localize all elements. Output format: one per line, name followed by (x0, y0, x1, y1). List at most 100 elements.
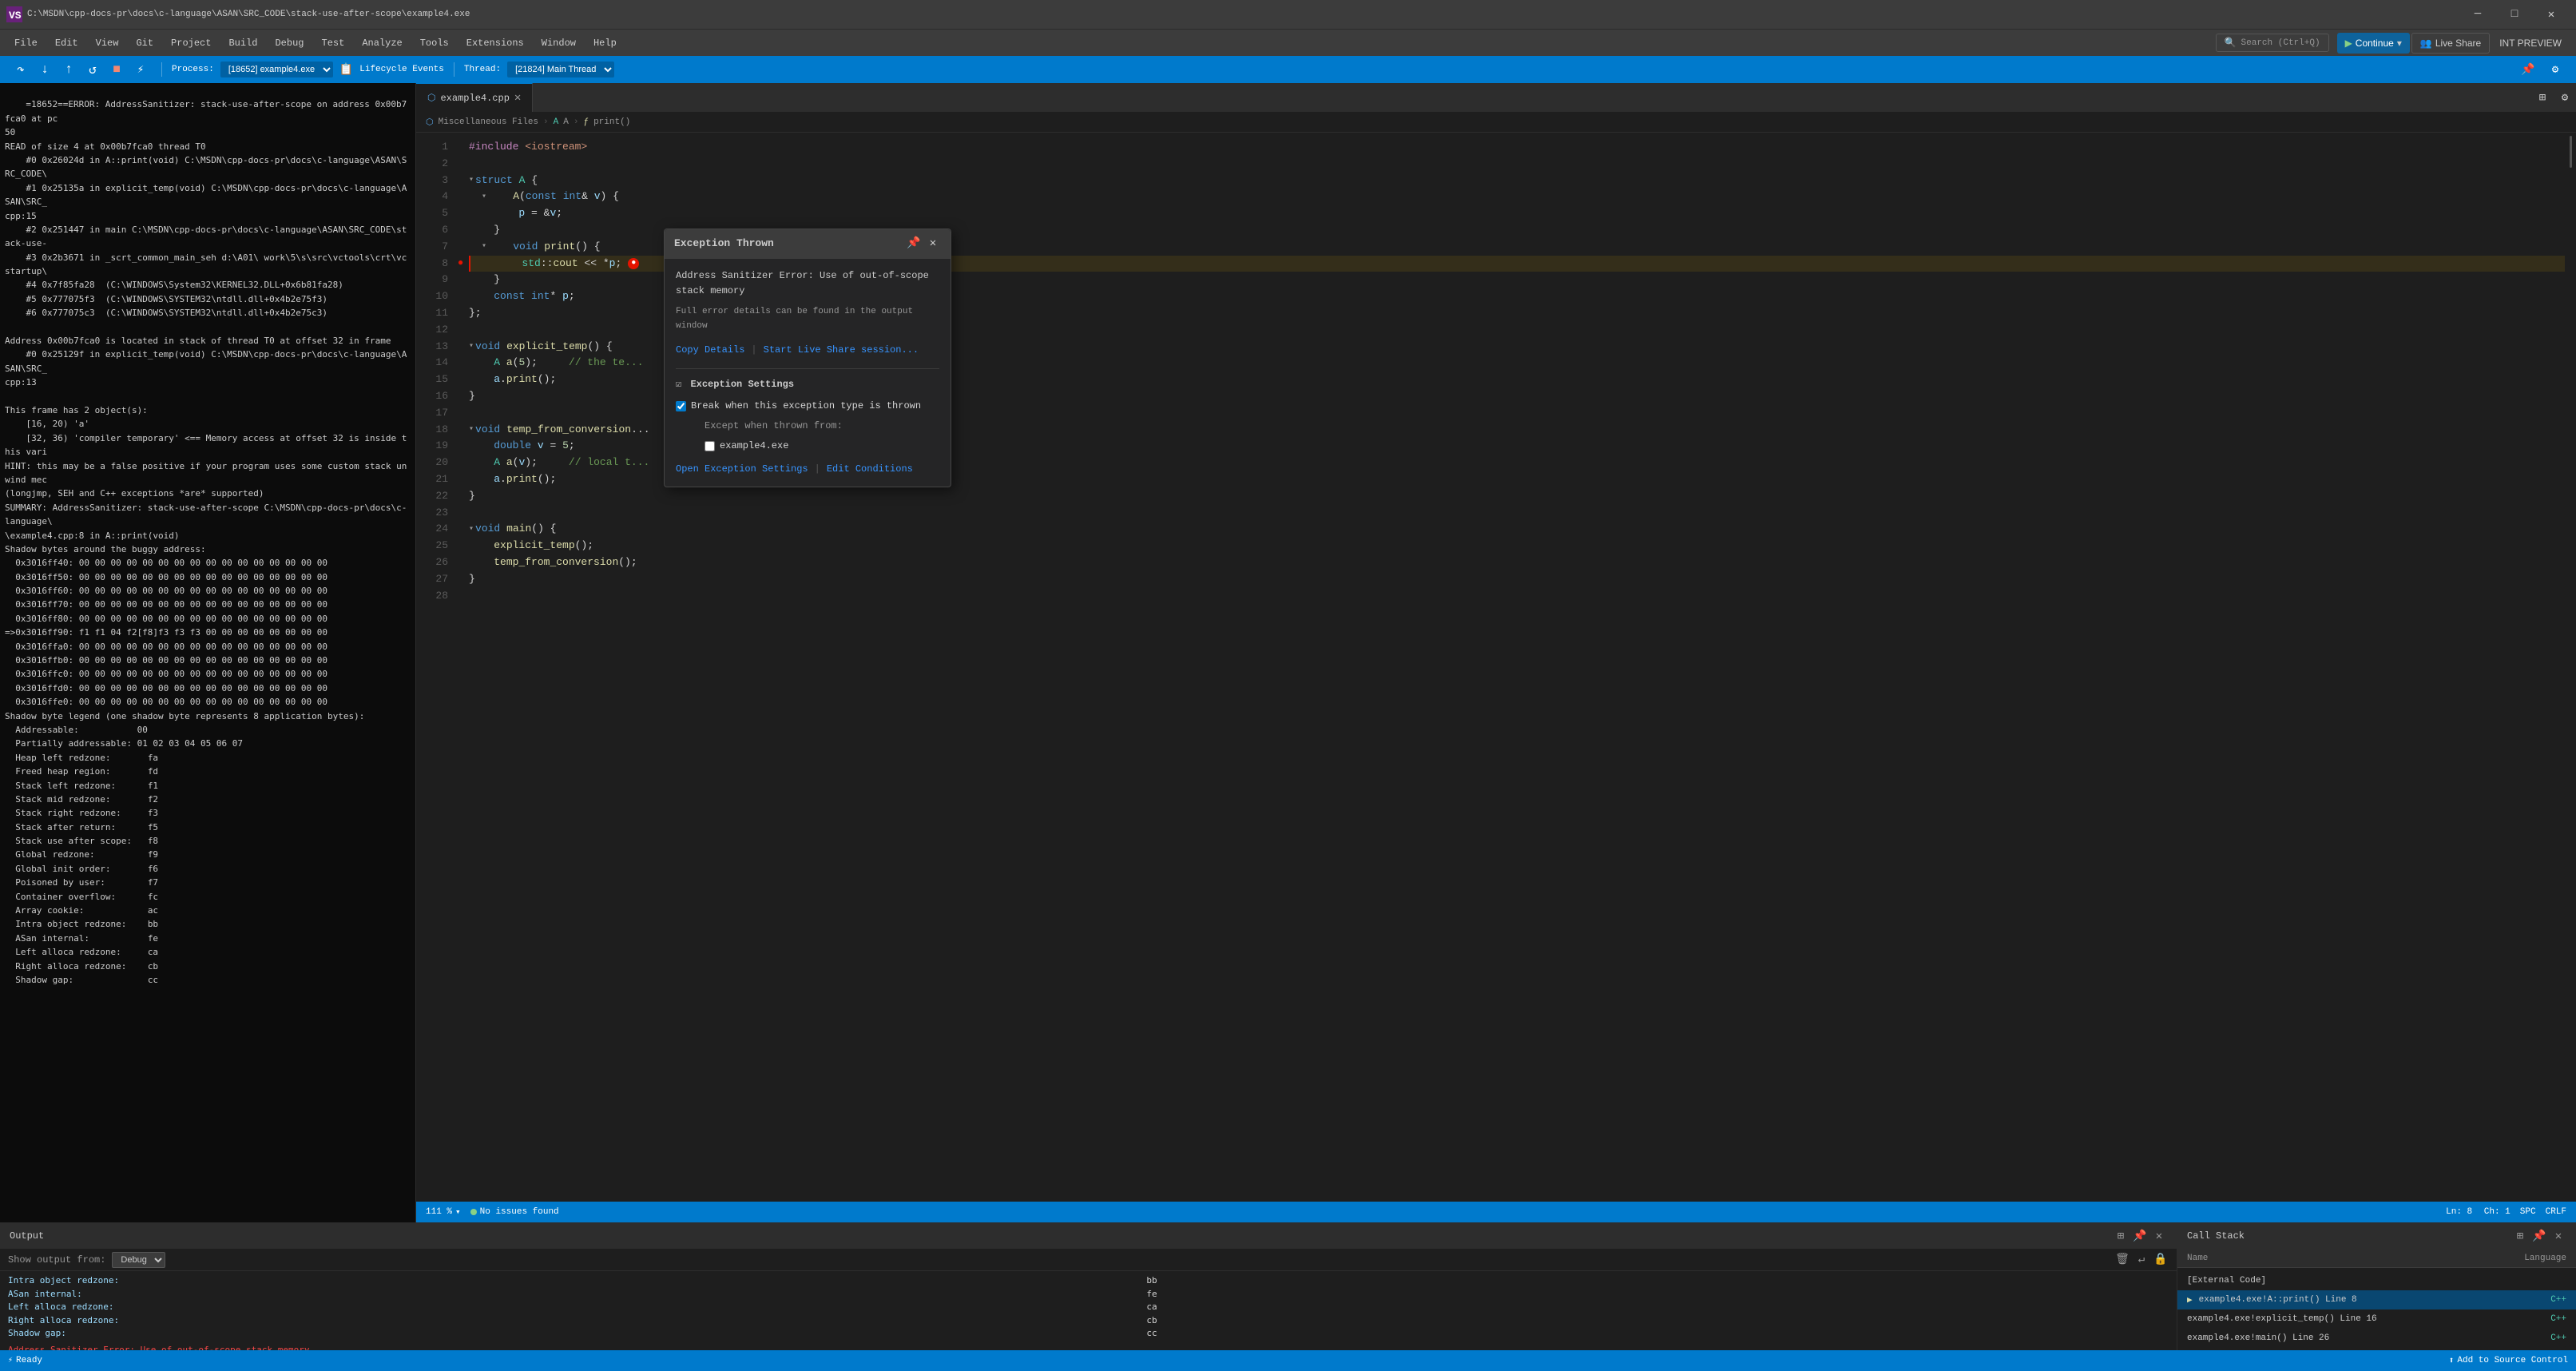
search-box[interactable]: 🔍 Search (Ctrl+Q) (2216, 34, 2329, 52)
menu-view[interactable]: View (88, 34, 127, 52)
output-val-4: cb (1146, 1314, 2169, 1328)
breadcrumb-part2[interactable]: A (563, 117, 569, 127)
col-indicator: Ch: 1 (2484, 1207, 2511, 1217)
play-icon: ▶ (2345, 38, 2352, 49)
break-when-thrown-label: Break when this exception type is thrown (691, 399, 921, 414)
output-pin-button[interactable]: 📌 (2132, 1228, 2148, 1244)
code-line-22: } (469, 488, 2565, 505)
live-share-session-link[interactable]: Start Live Share session... (764, 343, 919, 358)
add-source-control[interactable]: ⬆ Add to Source Control (2449, 1355, 2568, 1366)
spaces-indicator[interactable]: SPC (2520, 1207, 2536, 1217)
debug-stop[interactable]: ■ (105, 58, 128, 81)
menu-test[interactable]: Test (314, 34, 353, 52)
menu-file[interactable]: File (6, 34, 46, 52)
breadcrumb: ⬡ Miscellaneous Files › A A › ƒ print() (416, 112, 2576, 133)
code-lines[interactable]: #include <iostream> ▾struct A { ▾ A(cons… (456, 133, 2565, 1202)
edit-conditions-link[interactable]: Edit Conditions (827, 462, 913, 477)
exception-header: Exception Thrown 📌 ✕ (665, 229, 951, 259)
minimize-button[interactable]: ─ (2459, 0, 2496, 29)
ready-status[interactable]: ⚡ Ready (8, 1356, 42, 1365)
open-exception-settings-link[interactable]: Open Exception Settings (676, 462, 808, 477)
code-editor[interactable]: 1 2 3 4 5 6 7 8 9 10 11 12 13 14 15 16 1… (416, 133, 2576, 1202)
live-share-label: Live Share (2435, 38, 2481, 49)
menu-project[interactable]: Project (163, 34, 219, 52)
footer-link-sep: | (815, 462, 820, 477)
menu-edit[interactable]: Edit (47, 34, 86, 52)
output-content: Intra object redzone: bb ASan internal: … (0, 1271, 2177, 1350)
break-when-thrown-row: Break when this exception type is thrown (676, 399, 939, 414)
tab-close-icon[interactable]: ✕ (514, 91, 521, 105)
except-when-thrown-row: Except when thrown from: (692, 419, 939, 434)
output-source-label: Show output from: (8, 1254, 105, 1266)
cs-item-explicit-temp[interactable]: example4.exe!explicit_temp() Line 16 C++ (2177, 1309, 2576, 1329)
menu-window[interactable]: Window (534, 34, 584, 52)
editor-area: ⬡ example4.cpp ✕ ⊞ ⚙ ⬡ Miscellaneous Fil… (415, 83, 2576, 1222)
thread-select[interactable]: [21824] Main Thread (507, 62, 614, 77)
menu-git[interactable]: Git (128, 34, 161, 52)
breadcrumb-part1[interactable]: Miscellaneous Files (439, 117, 538, 127)
split-editor-button[interactable]: ⊞ (2531, 86, 2554, 109)
menu-build[interactable]: Build (220, 34, 265, 52)
live-share-button[interactable]: 👥 Live Share (2411, 33, 2490, 54)
call-stack-title: Call Stack (2187, 1230, 2245, 1242)
cs-item-external-top[interactable]: [External Code] (2177, 1271, 2576, 1290)
int-preview-button[interactable]: INT PREVIEW (2491, 34, 2570, 52)
line-col-indicator[interactable]: Ln: 8 Ch: 1 (2446, 1207, 2511, 1217)
output-key-5: Shadow gap: (8, 1327, 1130, 1341)
title-path: C:\MSDN\cpp-docs-pr\docs\c-language\ASAN… (27, 10, 2459, 19)
search-placeholder: Search (Ctrl+Q) (2241, 38, 2320, 48)
menu-tools[interactable]: Tools (412, 34, 457, 52)
issues-indicator[interactable]: No issues found (470, 1207, 559, 1217)
process-select[interactable]: [18652] example4.exe (220, 62, 333, 77)
output-title: Output (10, 1230, 44, 1242)
output-word-wrap[interactable]: ↵ (2133, 1252, 2149, 1268)
menu-extensions[interactable]: Extensions (458, 34, 532, 52)
cs-item-print[interactable]: ▶ example4.exe!A::print() Line 8 C++ (2177, 1290, 2576, 1309)
tab-example4[interactable]: ⬡ example4.cpp ✕ (416, 83, 533, 112)
call-stack-options-button[interactable]: ⊞ (2512, 1228, 2528, 1244)
debug-settings[interactable]: ⚙ (2544, 58, 2566, 81)
maximize-button[interactable]: □ (2496, 0, 2533, 29)
debug-step-into[interactable]: ↓ (34, 58, 56, 81)
debug-hot-reload[interactable]: ⚡ (129, 58, 152, 81)
call-stack-content: [External Code] ▶ example4.exe!A::print(… (2177, 1268, 2576, 1350)
call-stack-close-button[interactable]: ✕ (2550, 1228, 2566, 1244)
break-when-thrown-checkbox[interactable] (676, 401, 686, 411)
example4-exception-row: example4.exe (692, 439, 939, 454)
output-options-button[interactable]: ⊞ (2113, 1228, 2129, 1244)
menu-analyze[interactable]: Analyze (354, 34, 410, 52)
output-source-select[interactable]: Debug (112, 1252, 165, 1268)
code-line-28 (469, 588, 2565, 605)
output-clear-button[interactable]: 🗑 (2114, 1252, 2130, 1268)
encoding-label: CRLF (2546, 1207, 2566, 1217)
cs-item-main[interactable]: example4.exe!main() Line 26 C++ (2177, 1329, 2576, 1348)
menu-help[interactable]: Help (585, 34, 625, 52)
git-icon: ⬆ (2449, 1355, 2455, 1366)
call-stack-pin-button[interactable]: 📌 (2531, 1228, 2547, 1244)
zoom-level[interactable]: 111 % ▾ (426, 1206, 461, 1218)
editor-tabs: ⬡ example4.cpp ✕ ⊞ ⚙ (416, 83, 2576, 112)
title-bar: VS C:\MSDN\cpp-docs-pr\docs\c-language\A… (0, 0, 2576, 29)
debug-step-out[interactable]: ↑ (58, 58, 80, 81)
debug-pin[interactable]: 📌 (2517, 58, 2539, 81)
output-val-1: bb (1146, 1274, 2169, 1288)
breadcrumb-part3[interactable]: print() (593, 117, 630, 127)
exception-close-button[interactable]: ✕ (925, 236, 941, 252)
debug-step-over[interactable]: ↷ (10, 58, 32, 81)
tab-icon: ⬡ (427, 92, 435, 104)
editor-scrollbar[interactable] (2565, 133, 2576, 1202)
output-scroll-lock[interactable]: 🔒 (2153, 1252, 2169, 1268)
menu-debug[interactable]: Debug (267, 34, 312, 52)
debug-restart[interactable]: ↺ (81, 58, 104, 81)
close-button[interactable]: ✕ (2533, 0, 2570, 29)
continue-button[interactable]: ▶ Continue ▾ (2337, 33, 2410, 54)
terminal-pane: =18652==ERROR: AddressSanitizer: stack-u… (0, 83, 415, 1222)
output-close-button[interactable]: ✕ (2151, 1228, 2167, 1244)
editor-settings-button[interactable]: ⚙ (2554, 86, 2576, 109)
copy-details-link[interactable]: Copy Details (676, 343, 744, 358)
output-key-4: Right alloca redzone: (8, 1314, 1130, 1328)
terminal-content: =18652==ERROR: AddressSanitizer: stack-u… (5, 99, 407, 985)
encoding-indicator[interactable]: CRLF (2546, 1207, 2566, 1217)
exception-pin-button[interactable]: 📌 (906, 236, 922, 252)
example4-exception-checkbox[interactable] (705, 441, 715, 451)
